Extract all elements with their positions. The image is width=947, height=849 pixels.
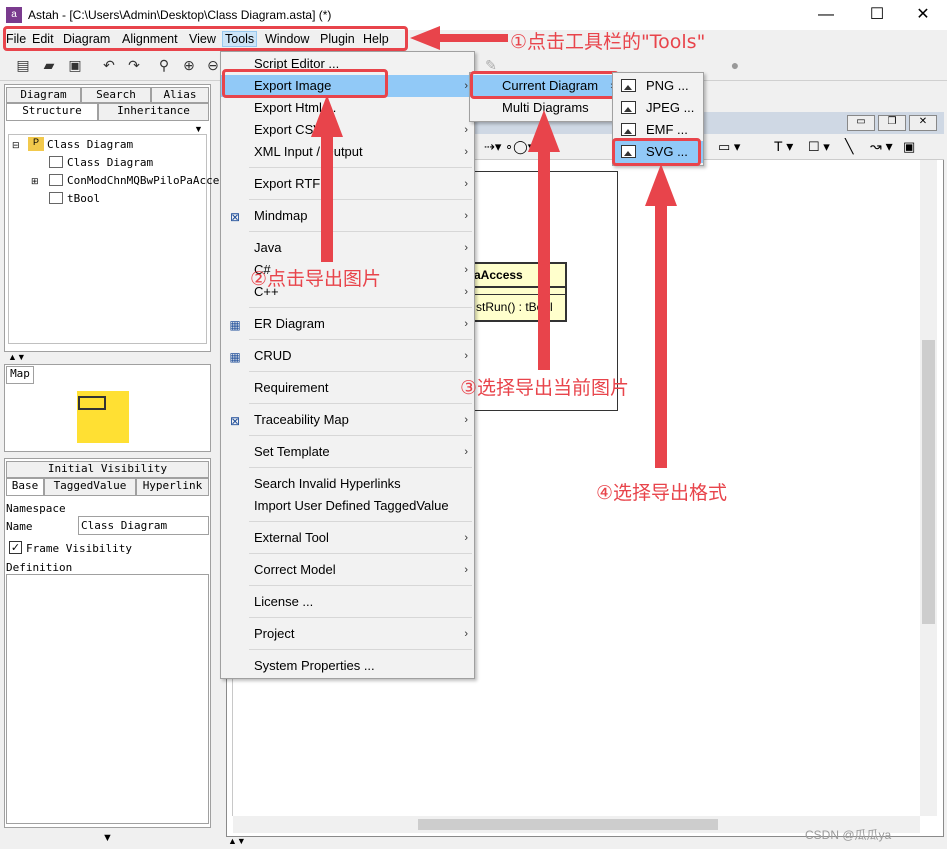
annotation-arrows	[311, 26, 677, 468]
arrow-step4	[645, 164, 677, 468]
annotation-step1: ①点击工具栏的"Tools"	[510, 31, 706, 53]
arrow-step3	[528, 110, 560, 370]
annotation-step4: ④选择导出格式	[596, 482, 728, 504]
annotation-step3: ③选择导出当前图片	[460, 377, 630, 399]
arrow-step1	[410, 26, 508, 50]
arrow-step2	[311, 95, 343, 262]
annotation-step2: ②点击导出图片	[250, 268, 382, 290]
